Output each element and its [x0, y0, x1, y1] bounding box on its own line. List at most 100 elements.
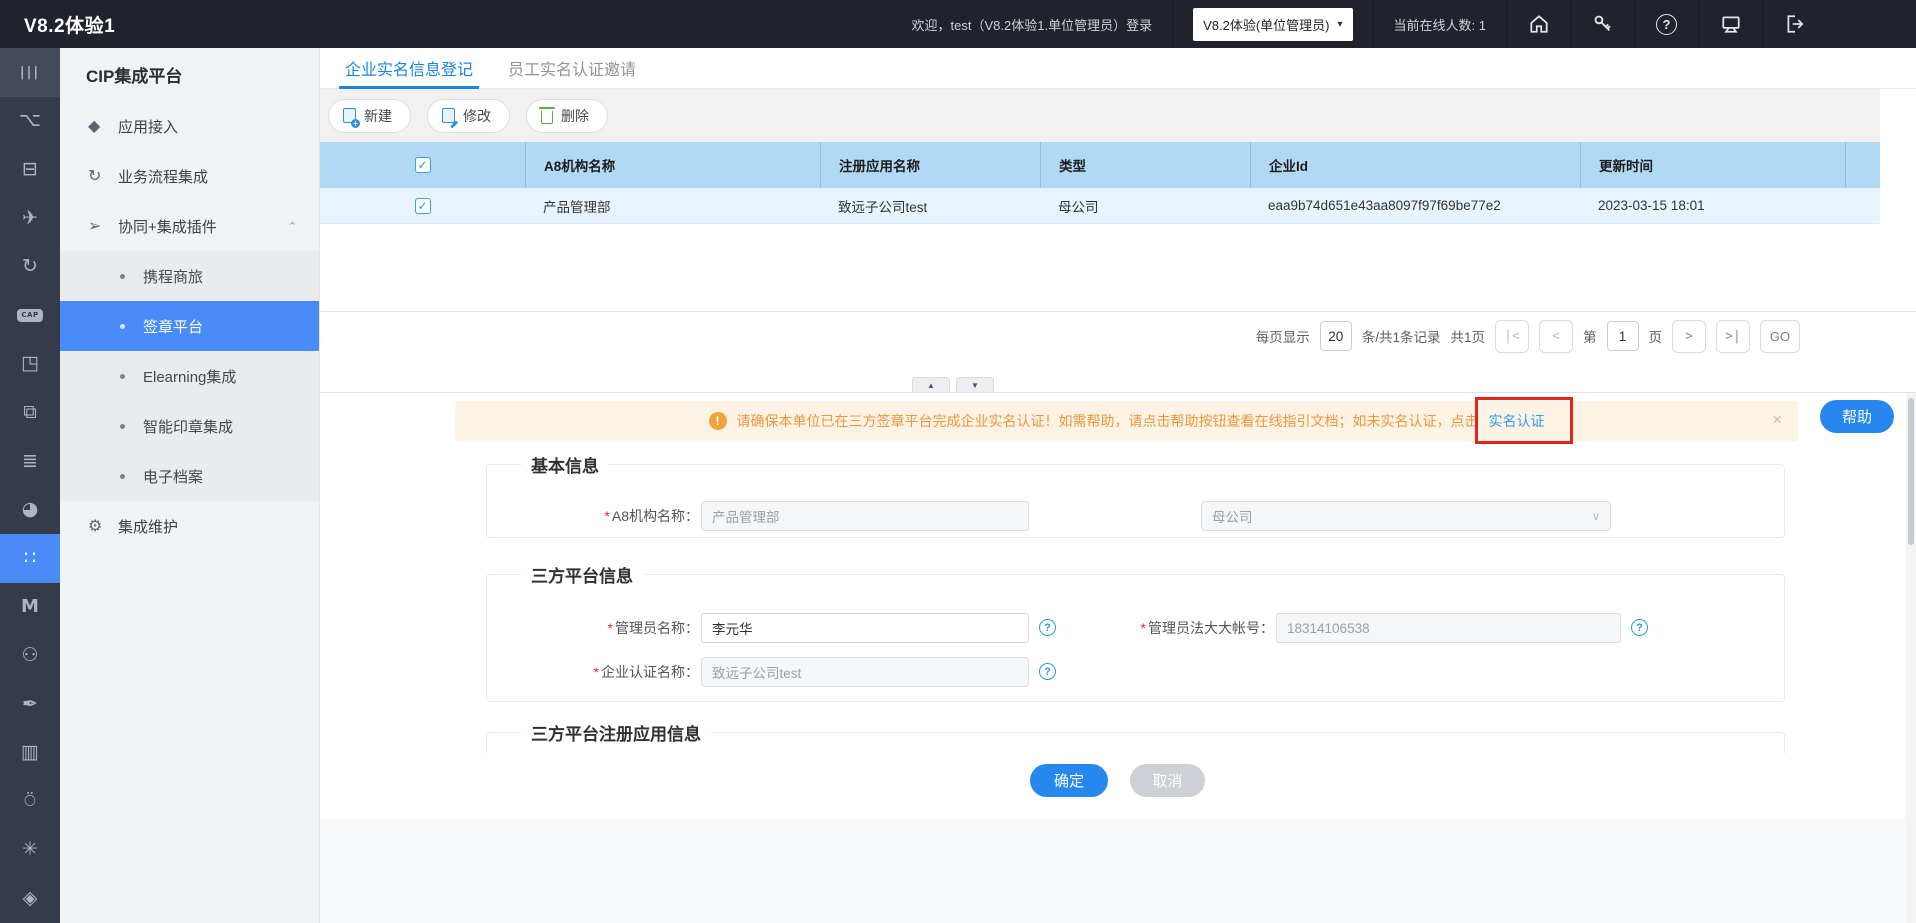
help-circle-icon[interactable]: ? [1631, 619, 1648, 636]
col-header-enterprise-id[interactable]: 企业Id [1250, 142, 1580, 188]
tab-enterprise-realname[interactable]: 企业实名信息登记 [345, 48, 473, 89]
help-button-top[interactable]: ? [1634, 0, 1698, 48]
logout-button[interactable] [1762, 0, 1826, 48]
per-page-input[interactable] [1320, 321, 1352, 351]
rail-item-workflow-loop[interactable]: ↻ [0, 242, 60, 291]
sidebar-item-integration-maintenance[interactable]: ⚙ 集成维护 [60, 501, 319, 551]
admin-name-label: 管理员名称： [608, 613, 699, 643]
workstation-button[interactable] [1698, 0, 1762, 48]
type-select-value: 母公司 [1212, 506, 1253, 526]
sidebar-item-label: 集成维护 [118, 516, 178, 537]
cancel-button[interactable]: 取消 [1130, 764, 1205, 797]
bullet-icon [120, 474, 125, 479]
tab-employee-realname[interactable]: 员工实名认证邀请 [508, 48, 636, 89]
realname-auth-link[interactable]: 实名认证 [1489, 411, 1545, 431]
fadada-account-input[interactable] [1276, 613, 1621, 643]
pagination: 每页显示 条/共1条记录 共1页 |< < 第 页 > >| GO [1256, 318, 1800, 354]
sidebar-item-label: 业务流程集成 [118, 166, 208, 187]
page-number-input[interactable] [1607, 321, 1639, 351]
rail-item-cap[interactable]: CAP [0, 291, 60, 340]
rail-item-chart[interactable]: ▥ [0, 728, 60, 777]
plugin-circles-icon: ∷ [24, 549, 36, 568]
edit-button[interactable]: 修改 [427, 99, 510, 133]
rail-item-paper-plane[interactable]: ✈ [0, 194, 60, 243]
books-stack-icon: ≣ [22, 452, 38, 471]
org-switcher-dropdown[interactable]: V8.2体验(单位管理员) ▾ [1193, 8, 1352, 41]
rail-item-plugins-active[interactable]: ∷ [0, 534, 60, 583]
rail-item-palette[interactable]: ◕ [0, 485, 60, 534]
table-row[interactable]: ✓ 产品管理部 致远子公司test 母公司 eaa9b74d651e43aa80… [320, 188, 1880, 224]
rail-item-control-panel[interactable]: ⊟ [0, 145, 60, 194]
col-header-app-name[interactable]: 注册应用名称 [820, 142, 1040, 188]
col-header-type[interactable]: 类型 [1040, 142, 1250, 188]
rail-item-org-chart[interactable]: ⌥ [0, 97, 60, 146]
third-party-info-title: 三方平台信息 [521, 562, 643, 587]
next-page-button[interactable]: > [1672, 320, 1706, 353]
rail-item-m[interactable]: M [0, 583, 60, 632]
rail-item-cube3d[interactable]: ◈ [0, 874, 60, 923]
org-name-input[interactable] [701, 501, 1029, 531]
help-circle-icon[interactable]: ? [1039, 663, 1056, 680]
sidebar-item-collab-plugins[interactable]: ➢ 协同+集成插件 ⌃ [60, 201, 319, 251]
chevron-up-icon[interactable]: ⌃ [288, 220, 297, 233]
rail-item-books[interactable]: ≣ [0, 437, 60, 486]
last-page-button[interactable]: >| [1716, 320, 1750, 353]
row-checkbox[interactable]: ✓ [415, 198, 431, 214]
org-switcher-value: V8.2体验(单位管理员) [1203, 15, 1329, 34]
m-letter-icon: M [21, 598, 39, 616]
type-select[interactable]: 母公司 ∨ [1201, 501, 1611, 531]
help-circle-icon[interactable]: ? [1039, 619, 1056, 636]
app-window: V8.2体验1 欢迎，test（V8.2体验1.单位管理员）登录 V8.2体验(… [0, 0, 1916, 923]
rail-item-bee[interactable]: ⍥ [0, 777, 60, 826]
prev-page-button[interactable]: < [1539, 320, 1573, 353]
cube-3d-icon: ◈ [23, 889, 38, 908]
col-header-updated-at[interactable]: 更新时间 [1580, 142, 1845, 188]
org-switcher-cell: V8.2体验(单位管理员) ▾ [1172, 0, 1372, 48]
bullet-icon [120, 324, 125, 329]
cert-name-input[interactable] [701, 657, 1029, 687]
home-button[interactable] [1506, 0, 1570, 48]
rail-item-chat[interactable]: ⚇ [0, 631, 60, 680]
sidebar-subitem-earchive[interactable]: 电子档案 [60, 451, 319, 501]
admin-name-input[interactable] [701, 613, 1029, 643]
sidebar-item-workflow-integration[interactable]: ↻ 业务流程集成 [60, 151, 319, 201]
rail-item-menu-columns[interactable]: ||| [0, 48, 60, 97]
cap-badge-icon: CAP [17, 309, 42, 322]
confirm-button[interactable]: 确定 [1030, 764, 1108, 797]
first-page-button[interactable]: |< [1495, 320, 1529, 353]
rail-item-feather[interactable]: ✒ [0, 680, 60, 729]
sidebar-subitem-smart-seal[interactable]: 智能印章集成 [60, 401, 319, 451]
toolbar: 新建 修改 删除 [320, 89, 1880, 142]
admin-key-button[interactable] [1570, 0, 1634, 48]
warning-text: 请确保本单位已在三方签章平台完成企业实名认证！如需帮助，请点击帮助按钮查看在线指… [737, 411, 1479, 431]
sidebar-item-label: 协同+集成插件 [118, 216, 217, 237]
collapse-down-button[interactable]: ▼ [956, 377, 994, 392]
delete-button[interactable]: 删除 [526, 99, 608, 133]
rail-item-hexstar[interactable]: ✳ [0, 826, 60, 875]
new-button-label: 新建 [364, 106, 392, 126]
go-button[interactable]: GO [1760, 320, 1800, 353]
close-icon[interactable]: × [1772, 411, 1782, 428]
bee-face-icon: ⍥ [24, 792, 35, 811]
sidebar-subitem-elearning[interactable]: Elearning集成 [60, 351, 319, 401]
scrollbar-thumb[interactable] [1908, 398, 1914, 545]
vertical-scrollbar[interactable] [1906, 393, 1916, 923]
sidebar-subitem-label: 携程商旅 [143, 266, 203, 287]
rail-item-cube[interactable]: ◳ [0, 340, 60, 389]
new-button[interactable]: 新建 [328, 99, 411, 133]
cell-enterprise-id: eaa9b74d651e43aa8097f97f69be77e2 [1250, 198, 1580, 213]
help-button[interactable]: 帮助 [1820, 400, 1894, 433]
bullet-icon [120, 274, 125, 279]
col-header-org-name[interactable]: A8机构名称 [525, 142, 820, 188]
sidebar-item-app-access[interactable]: ◆ 应用接入 [60, 101, 319, 151]
basic-info-section: 基本信息 A8机构名称： 类型： 母公司 ∨ [486, 452, 1785, 538]
sidebar-subitem-signature-platform[interactable]: 签章平台 [60, 301, 319, 351]
select-all-checkbox[interactable]: ✓ [415, 157, 431, 173]
row-checkbox-cell: ✓ [320, 198, 525, 214]
main-content: 企业实名信息登记 员工实名认证邀请 新建 修改 删除 ✓ A8机构名称 [320, 48, 1916, 923]
rail-item-documents[interactable]: ⧉ [0, 388, 60, 437]
sidebar-subitem-ctrip[interactable]: 携程商旅 [60, 251, 319, 301]
new-doc-icon [343, 108, 356, 123]
collapse-up-button[interactable]: ▲ [912, 377, 950, 392]
sidebar-submenu: 携程商旅 签章平台 Elearning集成 智能印章集成 电子档案 [60, 251, 319, 501]
